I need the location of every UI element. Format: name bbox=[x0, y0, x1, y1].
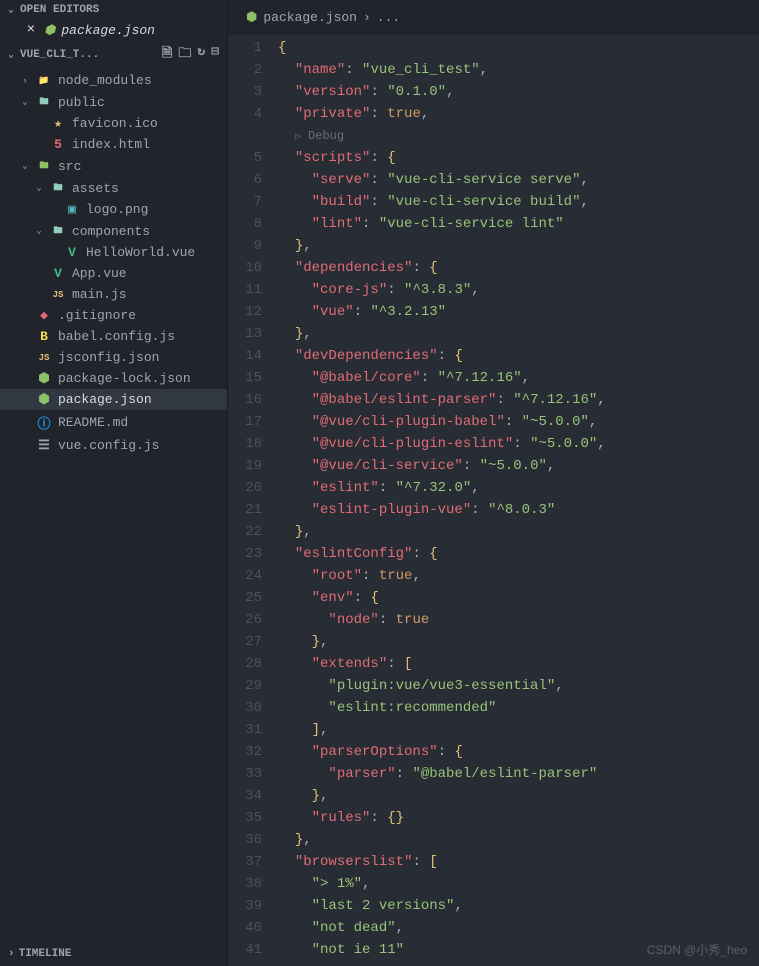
open-editor-name: package.json bbox=[61, 23, 155, 38]
npm-icon: ⬢ bbox=[44, 23, 55, 38]
tree-item-label: babel.config.js bbox=[58, 329, 175, 344]
tree-item[interactable]: V App.vue bbox=[0, 263, 227, 284]
ic-npm-icon: ⬢ bbox=[36, 392, 52, 407]
watermark: CSDN @小秀_heo bbox=[647, 941, 747, 958]
chevron-icon: ⌄ bbox=[20, 97, 30, 107]
tree-item-label: components bbox=[72, 224, 150, 239]
ic-folder-icon: 🖿 bbox=[36, 94, 52, 110]
tree-item[interactable]: ★ favicon.ico bbox=[0, 113, 227, 134]
tree-item-label: jsconfig.json bbox=[58, 350, 159, 365]
ic-info-icon: ⓘ bbox=[36, 413, 52, 432]
tree-item-label: src bbox=[58, 159, 81, 174]
tree-item-label: README.md bbox=[58, 415, 128, 430]
tree-item[interactable]: JS jsconfig.json bbox=[0, 347, 227, 368]
refresh-icon[interactable]: ↻ bbox=[197, 44, 205, 66]
ic-png-icon: ▣ bbox=[64, 202, 80, 217]
chevron-right-icon: › bbox=[8, 948, 15, 960]
tree-item[interactable]: ▣ logo.png bbox=[0, 199, 227, 220]
chevron-down-icon: ⌄ bbox=[8, 49, 20, 61]
code-content[interactable]: { "name": "vue_cli_test", "version": "0.… bbox=[278, 35, 759, 966]
tree-item[interactable]: ⓘ README.md bbox=[0, 410, 227, 435]
tree-item-label: index.html bbox=[72, 137, 150, 152]
tree-item-label: node_modules bbox=[58, 73, 152, 88]
chevron-icon: › bbox=[20, 76, 30, 86]
tree-item[interactable]: ⌄ 🖿 public bbox=[0, 91, 227, 113]
tree-item[interactable]: ⬢ package-lock.json bbox=[0, 368, 227, 389]
npm-icon: ⬢ bbox=[246, 10, 257, 25]
new-folder-icon[interactable]: 🗀 bbox=[178, 44, 191, 66]
tree-item[interactable]: V HelloWorld.vue bbox=[0, 242, 227, 263]
tree-item-label: assets bbox=[72, 181, 119, 196]
tree-item[interactable]: › 📁 node_modules bbox=[0, 70, 227, 91]
open-editors-header[interactable]: ⌄ OPEN EDITORS bbox=[0, 0, 227, 20]
code-editor[interactable]: 1234567891011121314151617181920212223242… bbox=[228, 35, 759, 966]
tree-item-label: .gitignore bbox=[58, 308, 136, 323]
tree-item-label: vue.config.js bbox=[58, 438, 159, 453]
tree-item[interactable]: Bbabel.config.js bbox=[0, 326, 227, 347]
tree-item-label: public bbox=[58, 95, 105, 110]
ic-json2-icon: JS bbox=[36, 353, 52, 363]
tree-item[interactable]: ⌄ 🖿 assets bbox=[0, 177, 227, 199]
ic-folder-icon: 📁 bbox=[36, 76, 52, 86]
tree-item-label: HelloWorld.vue bbox=[86, 245, 195, 260]
new-file-icon[interactable]: 🗎 bbox=[162, 44, 172, 66]
ic-html-icon: 5 bbox=[50, 137, 66, 152]
ic-js-icon: JS bbox=[50, 290, 66, 300]
timeline-label: TIMELINE bbox=[19, 948, 72, 960]
line-gutter: 1234567891011121314151617181920212223242… bbox=[228, 35, 278, 966]
sidebar: ⌄ OPEN EDITORS × ⬢ package.json ⌄ VUE_CL… bbox=[0, 0, 228, 966]
ic-vue-icon: V bbox=[50, 266, 66, 281]
timeline-header[interactable]: › TIMELINE bbox=[0, 942, 227, 966]
open-editors-title: OPEN EDITORS bbox=[20, 4, 219, 16]
chevron-icon: ⌄ bbox=[20, 161, 30, 171]
tree-item[interactable]: ◆ .gitignore bbox=[0, 305, 227, 326]
ic-babel-icon: B bbox=[36, 329, 52, 344]
tab-label: package.json bbox=[263, 10, 357, 25]
file-tree: › 📁 node_modules ⌄ 🖿 public ★ favicon.ico 5 index… bbox=[0, 70, 227, 456]
tree-item[interactable]: JS main.js bbox=[0, 284, 227, 305]
breadcrumb-rest[interactable]: ... bbox=[377, 10, 400, 25]
ic-src-icon: 🖿 bbox=[36, 158, 52, 174]
tree-item-label: App.vue bbox=[72, 266, 127, 281]
tree-item[interactable]: ⌄ 🖿 components bbox=[0, 220, 227, 242]
tree-item-label: package.json bbox=[58, 392, 152, 407]
breadcrumb-separator: › bbox=[363, 10, 371, 25]
tree-item[interactable]: ☰ vue.config.js bbox=[0, 435, 227, 456]
tree-item[interactable]: ⌄ 🖿 src bbox=[0, 155, 227, 177]
tree-item-label: package-lock.json bbox=[58, 371, 191, 386]
editor-area: ⬢ package.json › ... 1234567891011121314… bbox=[228, 0, 759, 966]
ic-fav-icon: ★ bbox=[50, 116, 66, 131]
tree-item[interactable]: ⬢ package.json bbox=[0, 389, 227, 410]
explorer-header[interactable]: ⌄ VUE_CLI_T... 🗎 🗀 ↻ ⊟ bbox=[0, 40, 227, 70]
tree-item-label: favicon.ico bbox=[72, 116, 158, 131]
chevron-icon: ⌄ bbox=[34, 183, 44, 193]
open-editor-item[interactable]: × ⬢ package.json bbox=[0, 20, 227, 40]
ic-npm-icon: ⬢ bbox=[36, 371, 52, 386]
explorer-title: VUE_CLI_T... bbox=[20, 49, 162, 61]
chevron-down-icon: ⌄ bbox=[8, 4, 20, 16]
tree-item[interactable]: 5 index.html bbox=[0, 134, 227, 155]
ic-git-icon: ◆ bbox=[36, 308, 52, 323]
tab-bar: ⬢ package.json › ... bbox=[228, 0, 759, 35]
tree-item-label: main.js bbox=[72, 287, 127, 302]
tab-package-json[interactable]: ⬢ package.json › ... bbox=[236, 10, 410, 25]
tree-item-label: logo.png bbox=[86, 202, 148, 217]
collapse-icon[interactable]: ⊟ bbox=[211, 44, 219, 66]
ic-folder-icon: 🖿 bbox=[50, 223, 66, 239]
ic-conf-icon: ☰ bbox=[36, 438, 52, 453]
ic-vue-icon: V bbox=[64, 245, 80, 260]
ic-folder-icon: 🖿 bbox=[50, 180, 66, 196]
close-icon[interactable]: × bbox=[24, 22, 38, 38]
chevron-icon: ⌄ bbox=[34, 226, 44, 236]
